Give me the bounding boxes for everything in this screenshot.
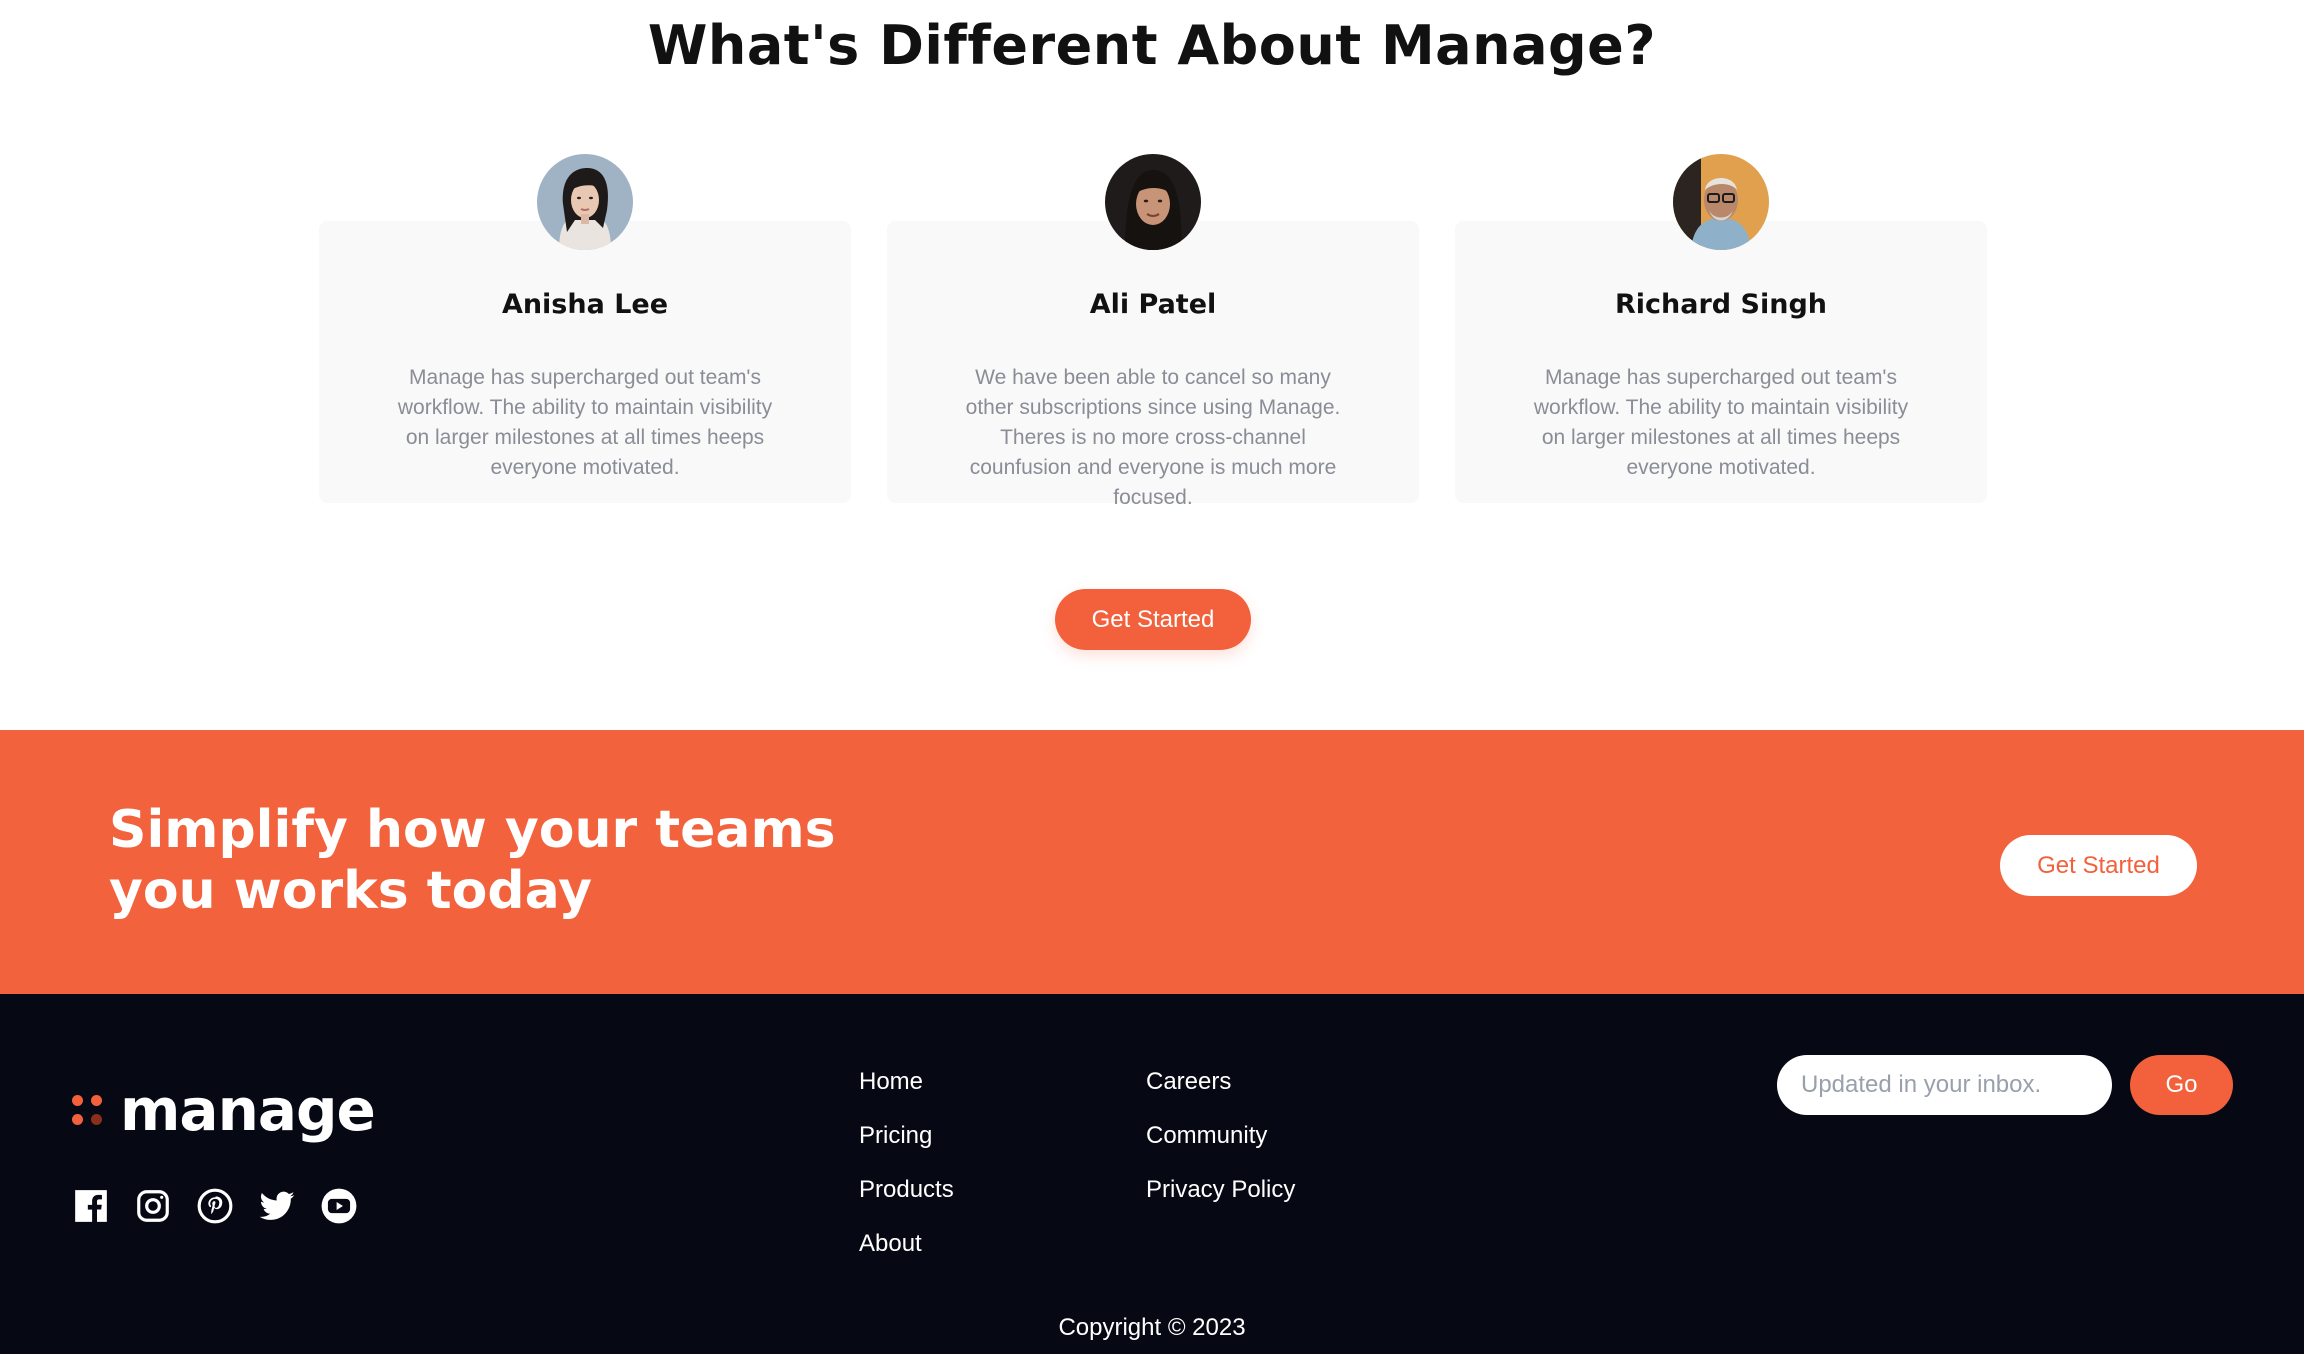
footer-link-careers[interactable]: Careers: [1146, 1056, 1295, 1110]
testimonial-card: Anisha Lee Manage has supercharged out t…: [319, 154, 851, 503]
footer-link-about[interactable]: About: [859, 1218, 954, 1272]
testimonial-name: Richard Singh: [1614, 289, 1827, 320]
footer-link-pricing[interactable]: Pricing: [859, 1110, 954, 1164]
logo[interactable]: manage: [72, 1076, 376, 1144]
instagram-icon[interactable]: [134, 1187, 172, 1225]
testimonials-section: What's Different About Manage? Anisha Le…: [0, 0, 2304, 730]
newsletter-go-button[interactable]: Go: [2130, 1055, 2233, 1115]
footer: manage Home Pricing Products About Caree…: [0, 994, 2304, 1354]
copyright-text: Copyright © 2023: [1058, 1314, 1246, 1341]
footer-link-products[interactable]: Products: [859, 1164, 954, 1218]
section-title: What's Different About Manage?: [647, 14, 1657, 77]
youtube-icon[interactable]: [320, 1187, 358, 1225]
cta-get-started-button[interactable]: Get Started: [2000, 835, 2197, 896]
footer-link-privacy-policy[interactable]: Privacy Policy: [1146, 1164, 1295, 1218]
get-started-button[interactable]: Get Started: [1055, 589, 1251, 650]
testimonial-name: Ali Patel: [1089, 289, 1217, 320]
logo-text: manage: [120, 1076, 376, 1144]
avatar: [537, 154, 633, 250]
facebook-icon[interactable]: [72, 1187, 110, 1225]
social-links: [72, 1187, 358, 1225]
twitter-icon[interactable]: [258, 1187, 296, 1225]
avatar: [1105, 154, 1201, 250]
testimonial-name: Anisha Lee: [501, 289, 669, 320]
testimonial-card: Ali Patel We have been able to cancel so…: [887, 154, 1419, 509]
footer-nav-primary: Home Pricing Products About: [859, 1056, 954, 1272]
testimonial-quote: We have been able to cancel so many othe…: [965, 366, 1341, 509]
footer-link-community[interactable]: Community: [1146, 1110, 1295, 1164]
cta-band: Simplify how your teams you works today …: [0, 730, 2304, 994]
testimonial-card: Richard Singh Manage has supercharged ou…: [1455, 154, 1987, 503]
logo-mark-icon: [72, 1095, 102, 1125]
newsletter-email-input[interactable]: [1777, 1055, 2112, 1115]
pinterest-icon[interactable]: [196, 1187, 234, 1225]
footer-link-home[interactable]: Home: [859, 1056, 954, 1110]
cta-heading: Simplify how your teams you works today: [109, 800, 836, 921]
footer-nav-secondary: Careers Community Privacy Policy: [1146, 1056, 1295, 1218]
avatar: [1673, 154, 1769, 250]
testimonial-quote: Manage has supercharged out team's workf…: [1533, 366, 1909, 479]
testimonial-quote: Manage has supercharged out team's workf…: [397, 366, 773, 479]
